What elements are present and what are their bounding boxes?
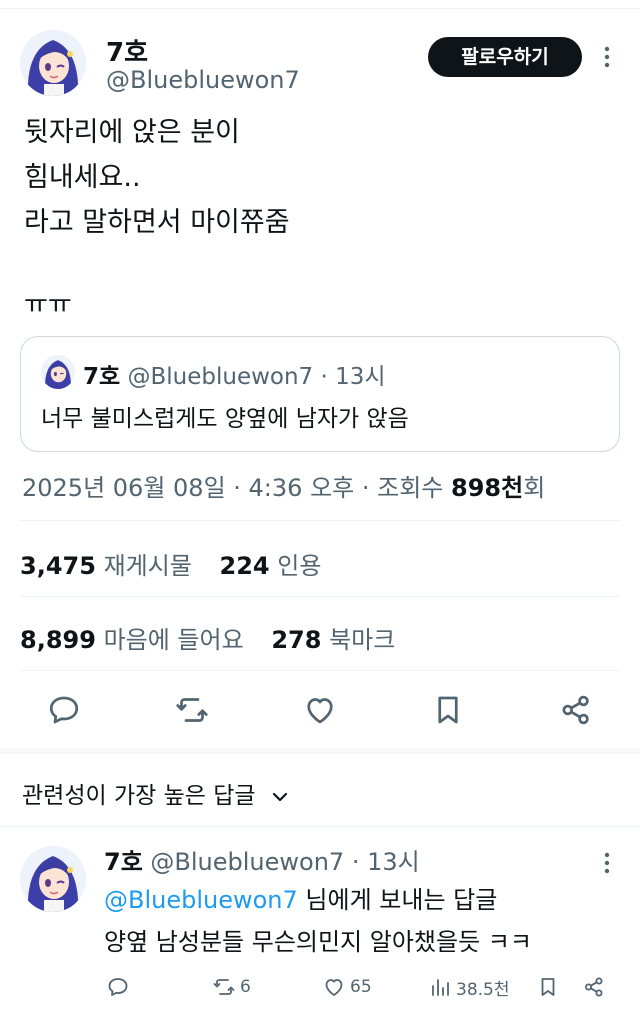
divider [0,826,640,827]
tweet-line: 힘내세요.. [24,162,141,193]
replies-sort-label: 관련성이 가장 높은 답글 [22,783,256,809]
reply-retweet-count: 6 [240,977,251,997]
reply-reply-button[interactable] [106,972,134,1002]
quote-avatar [41,355,75,389]
follow-button[interactable]: 팔로우하기 [428,37,582,77]
views-chart-icon [432,979,449,996]
replying-to: @Bluebluewon7 님에게 보내는 답글 [104,880,497,915]
more-options-icon[interactable] [598,44,616,70]
anime-avatar-icon [20,846,86,912]
reply-like-button[interactable]: 65 [322,972,372,1002]
share-icon [585,977,603,997]
author-avatar[interactable] [20,30,86,96]
quote-text: 너무 불미스럽게도 양옆에 남자가 앉음 [41,406,409,432]
like-icon[interactable] [302,692,338,728]
reply-like-count: 65 [350,977,372,997]
retweet-quote-stats: 3,475 재게시물 224 인용 [20,546,341,581]
quote-count[interactable]: 224 [220,552,270,580]
author-handle[interactable]: @Bluebluewon7 [106,66,300,94]
anime-avatar-icon [20,30,86,96]
retweet-icon [213,979,235,995]
tweet-line: 라고 말하면서 마이쮸줌 [24,207,290,238]
anime-avatar-icon [41,355,75,389]
quoted-tweet-card[interactable]: 7호 @Bluebluewon7 · 13시 너무 불미스럽게도 양옆에 남자가… [20,336,620,452]
like-count[interactable]: 8,899 [20,626,96,654]
quote-meta: @Bluebluewon7 · 13시 [127,364,386,390]
retweet-icon[interactable] [174,692,210,728]
divider [20,520,620,521]
reply-view-count: 38.5천 [456,979,510,1000]
replying-to-suffix: 님에게 보내는 답글 [297,886,498,914]
reply-avatar[interactable] [20,846,86,912]
author-name[interactable]: 7호 [106,32,148,69]
reply-icon[interactable] [46,692,82,728]
tweet-line: 뒷자리에 앉은 분이 [24,117,240,148]
tweet-emote: ㅠㅠ [24,290,72,320]
tweet-meta: 2025년 06월 08일 · 4:36 오후 · 조회수 898천회 [22,468,545,503]
like-bookmark-stats: 8,899 마음에 들어요 278 북마크 [20,620,415,655]
reply-header: 7호 @Bluebluewon7 · 13시 [104,842,420,877]
like-icon [325,979,343,996]
like-label[interactable]: 마음에 들어요 [104,626,244,654]
divider [20,670,620,671]
replies-sort-dropdown[interactable]: 관련성이 가장 높은 답글 [22,776,289,810]
reply-text: 양옆 남성분들 무슨의민지 알아챘을듯 ㅋㅋ [104,928,532,956]
mention-link[interactable]: @Bluebluewon7 [104,886,298,914]
retweet-label[interactable]: 재게시물 [104,552,192,580]
reply-bookmark-button[interactable] [536,972,564,1002]
bookmark-label[interactable]: 북마크 [329,626,395,654]
quote-author-name: 7호 [83,364,121,390]
reply-icon [108,978,128,996]
reply-more-options-icon[interactable] [598,850,616,876]
retweet-count[interactable]: 3,475 [20,552,96,580]
view-count: 898천 [451,474,524,502]
tweet-timestamp[interactable]: 2025년 06월 08일 · 4:36 오후 · 조회수 [22,474,443,502]
reply-meta[interactable]: @Bluebluewon7 · 13시 [150,848,419,876]
reply-share-button[interactable] [582,972,610,1002]
bookmark-count[interactable]: 278 [271,626,321,654]
quote-label[interactable]: 인용 [277,552,321,580]
tweet-text: 뒷자리에 앉은 분이 힘내세요.. 라고 말하면서 마이쮸줌 [24,110,290,245]
section-separator [0,748,640,754]
reply-author-name[interactable]: 7호 [104,848,143,876]
reply-retweet-button[interactable]: 6 [212,972,251,1002]
bookmark-icon [541,978,555,996]
reply-views-button[interactable]: 38.5천 [428,972,510,1002]
view-suffix: 회 [523,474,546,502]
bookmark-icon[interactable] [430,692,466,728]
top-border [0,8,640,9]
quote-header: 7호 @Bluebluewon7 · 13시 [83,357,386,391]
chevron-down-icon [272,792,287,801]
divider [20,596,620,597]
share-icon[interactable] [558,692,594,728]
